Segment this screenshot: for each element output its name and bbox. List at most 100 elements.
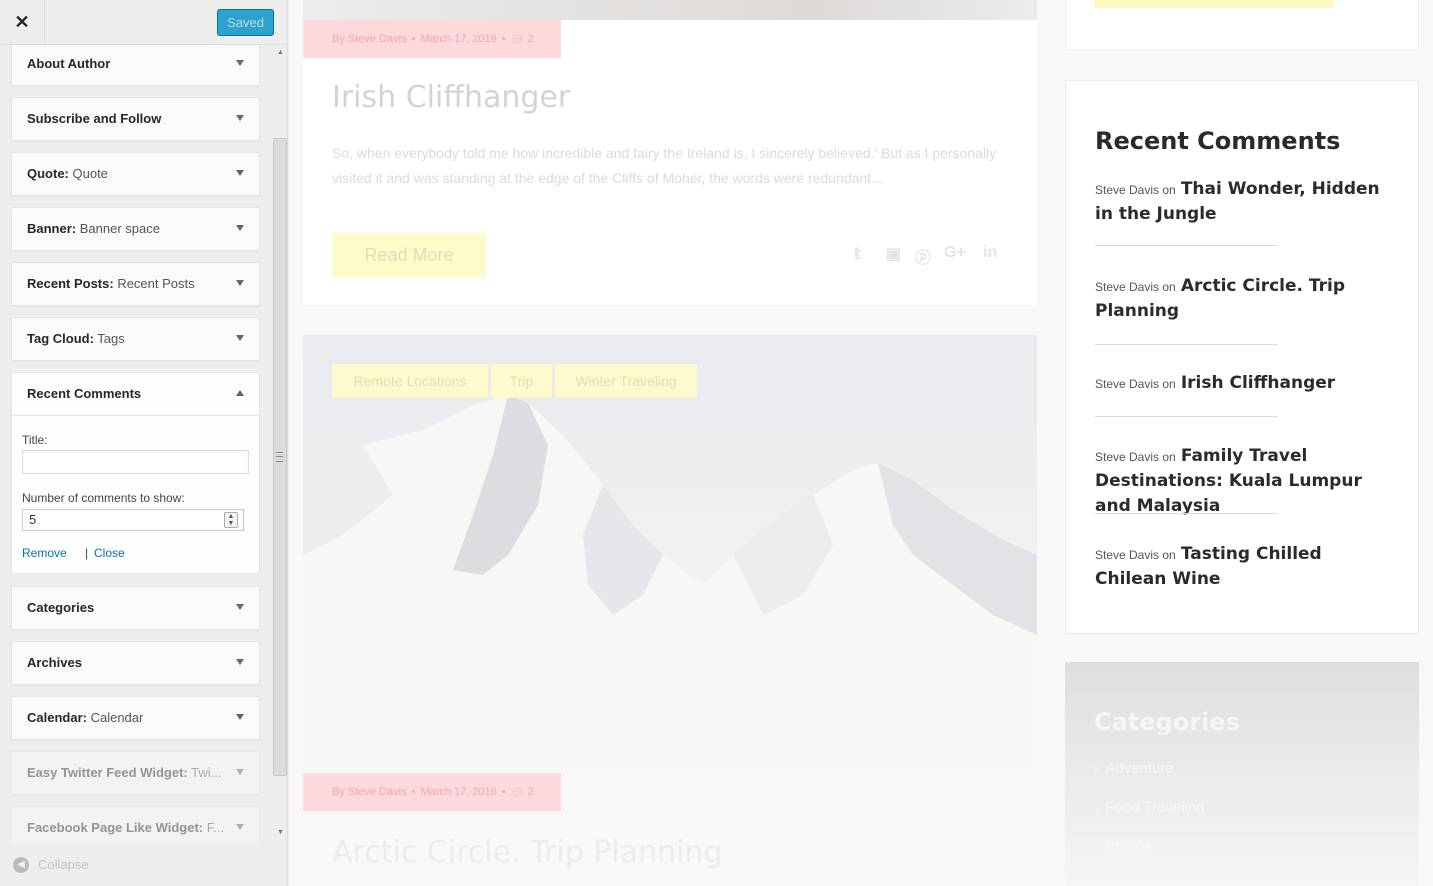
widget-heading: Categories — [1094, 708, 1240, 736]
scroll-up-icon[interactable]: ▲ — [277, 49, 284, 56]
widget-title: Subscribe and Follow — [27, 111, 162, 126]
close-icon[interactable]: ✕ — [0, 0, 45, 44]
post-image[interactable]: Remote Locations Trip Winter Traveling — [303, 335, 1037, 773]
widget-title: Archives — [27, 655, 82, 670]
twitter-icon[interactable]: 𝕥 — [854, 244, 861, 264]
customizer-sidebar: About Author Subscribe and Follow Quote:… — [0, 0, 288, 886]
post-author[interactable]: By Steve Davis — [332, 33, 407, 45]
widget-title: Banner: Banner space — [27, 221, 160, 236]
title-label: Title: — [22, 433, 48, 447]
expand-arrow-icon[interactable] — [236, 769, 244, 775]
save-button[interactable]: Saved — [217, 9, 274, 36]
comment-author[interactable]: Steve Davis — [1095, 548, 1159, 562]
widget-recent-posts[interactable]: Recent Posts: Recent Posts — [11, 262, 260, 306]
mountain-image — [303, 395, 1037, 773]
count-label: Number of comments to show: — [22, 491, 185, 505]
expand-arrow-icon[interactable] — [236, 280, 244, 286]
linkedin-icon[interactable]: in — [983, 244, 997, 262]
tag-cloud-tags[interactable] — [1094, 0, 1334, 8]
widget-title: About Author — [27, 56, 111, 71]
customizer-window: About Author Subscribe and Follow Quote:… — [0, 0, 1433, 886]
comment-author[interactable]: Steve Davis — [1095, 280, 1159, 294]
customizer-header: ✕ Saved — [0, 0, 287, 45]
category-item[interactable]: › Adventure — [1094, 760, 1174, 777]
comment-icon: 💬︎ — [510, 33, 525, 46]
post-image[interactable] — [303, 0, 1037, 20]
expand-arrow-icon[interactable] — [236, 170, 244, 176]
comment-count[interactable]: 2 — [528, 33, 534, 45]
post-date[interactable]: March 17, 2016 — [420, 786, 496, 798]
divider — [1095, 513, 1278, 514]
tag-winter-traveling[interactable]: Winter Traveling — [555, 364, 697, 398]
widget-title: Easy Twitter Feed Widget: Twi... — [27, 765, 222, 780]
post-meta: By Steve Davis • March 17, 2016 • 💬︎ 2 — [303, 20, 561, 58]
expand-arrow-icon[interactable] — [236, 60, 244, 66]
widget-title: Recent Comments — [27, 386, 142, 401]
comment-item: Steve Davis on Irish Cliffhanger — [1095, 373, 1336, 393]
widget-recent-comments[interactable]: Recent Comments Title: Number of comment… — [11, 372, 260, 573]
chevron-right-icon: › — [1094, 761, 1099, 776]
expand-arrow-icon[interactable] — [236, 225, 244, 231]
expand-arrow-icon[interactable] — [236, 714, 244, 720]
expand-arrow-icon[interactable] — [236, 115, 244, 121]
facebook-icon[interactable]: ▣ — [886, 244, 901, 264]
count-stepper[interactable]: 5 ▲ ▼ — [22, 509, 244, 531]
widget-title: Recent Posts: Recent Posts — [27, 276, 195, 291]
category-item[interactable]: › Food Traveling — [1094, 799, 1205, 816]
expand-arrow-icon[interactable] — [236, 604, 244, 610]
category-item[interactable]: › Photos — [1094, 838, 1152, 855]
widget-archives[interactable]: Archives — [11, 641, 260, 685]
post-title[interactable]: Arctic Circle. Trip Planning — [332, 835, 723, 870]
widget-title: Quote: Quote — [27, 166, 108, 181]
widget-banner[interactable]: Banner: Banner space — [11, 207, 260, 251]
post-date[interactable]: March 17, 2016 — [420, 33, 496, 45]
comment-count[interactable]: 2 — [528, 786, 534, 798]
divider — [1095, 344, 1278, 345]
comment-post-link[interactable]: Irish Cliffhanger — [1181, 373, 1335, 393]
widget-easy-twitter-feed[interactable]: Easy Twitter Feed Widget: Twi... — [11, 751, 260, 795]
chevron-right-icon: › — [1094, 800, 1099, 815]
tag-remote-locations[interactable]: Remote Locations — [332, 364, 488, 398]
scroll-grip-icon — [276, 452, 283, 462]
google-plus-icon[interactable]: G+ — [944, 244, 966, 262]
comment-item: Steve Davis on Thai Wonder, Hidden in th… — [1095, 179, 1380, 224]
tag-trip[interactable]: Trip — [491, 364, 552, 398]
remove-link[interactable]: Remove — [22, 546, 67, 560]
widget-calendar[interactable]: Calendar: Calendar — [11, 696, 260, 740]
expand-arrow-icon[interactable] — [236, 335, 244, 341]
expand-arrow-icon[interactable] — [236, 824, 244, 830]
read-more-button[interactable]: Read More — [332, 233, 486, 277]
collapse-button[interactable]: Collapse — [38, 857, 89, 872]
widget-quote[interactable]: Quote: Quote — [11, 152, 260, 196]
comment-item: Steve Davis on Family Travel Destina­tio… — [1095, 446, 1362, 516]
site-preview: By Steve Davis • March 17, 2016 • 💬︎ 2 I… — [289, 0, 1433, 886]
comment-author[interactable]: Steve Davis — [1095, 377, 1159, 391]
divider — [1095, 245, 1278, 246]
divider — [1095, 416, 1278, 417]
tag-cloud-widget — [1065, 0, 1419, 50]
comment-author[interactable]: Steve Davis — [1095, 450, 1159, 464]
spin-arrows-icon[interactable]: ▲ ▼ — [224, 512, 238, 528]
count-value: 5 — [29, 512, 37, 527]
post-meta: By Steve Davis • March 17, 2016 • 💬︎ 2 — [303, 773, 561, 811]
widget-subscribe-follow[interactable]: Subscribe and Follow — [11, 97, 260, 141]
comment-author[interactable]: Steve Davis — [1095, 183, 1159, 197]
recent-comments-widget: Recent Comments Steve Davis on Thai Wond… — [1065, 80, 1419, 634]
post-card: By Steve Davis • March 17, 2016 • 💬︎ 2 I… — [303, 0, 1037, 305]
comment-item: Steve Davis on Tasting Chilled Chilean W… — [1095, 544, 1322, 589]
widget-heading: Recent Comments — [1095, 127, 1341, 155]
expand-arrow-icon[interactable] — [236, 659, 244, 665]
title-field[interactable] — [22, 450, 249, 474]
post-author[interactable]: By Steve Davis — [332, 786, 407, 798]
widget-about-author[interactable]: About Author — [11, 42, 260, 86]
pinterest-icon[interactable]: ⓟ — [915, 244, 931, 268]
collapse-icon[interactable]: ◀ — [13, 857, 29, 873]
close-link[interactable]: Close — [94, 546, 125, 560]
scroll-down-icon[interactable]: ▼ — [277, 829, 284, 836]
collapse-arrow-icon[interactable] — [236, 390, 244, 396]
widget-title: Calendar: Calendar — [27, 710, 144, 725]
post-title[interactable]: Irish Cliffhanger — [332, 80, 570, 115]
widget-title: Tag Cloud: Tags — [27, 331, 125, 346]
widget-categories[interactable]: Categories — [11, 586, 260, 630]
widget-tag-cloud[interactable]: Tag Cloud: Tags — [11, 317, 260, 361]
